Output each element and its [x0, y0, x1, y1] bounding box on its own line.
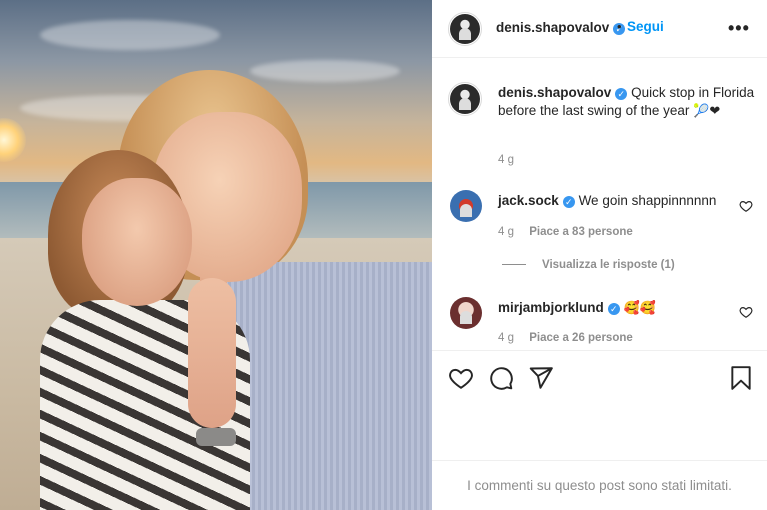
post-header: denis.shapovalov ✓ • Segui •••: [432, 0, 767, 58]
wristwatch: [196, 428, 236, 446]
separator-dot: •: [617, 19, 622, 34]
verified-badge-icon: ✓: [615, 88, 628, 100]
person-shirt: [222, 262, 432, 510]
bookmark-icon[interactable]: [728, 365, 754, 391]
heart-icon[interactable]: [448, 365, 474, 391]
comment-meta: 4 g Piace a 83 persone: [498, 226, 633, 238]
comment-like-heart-icon[interactable]: [739, 305, 753, 319]
paper-plane-icon[interactable]: [528, 365, 554, 391]
follow-button[interactable]: Segui: [627, 19, 664, 34]
post-caption: denis.shapovalov ✓ Quick stop in Florida …: [498, 84, 758, 121]
comment-timestamp[interactable]: 4 g: [498, 226, 514, 238]
caption-username[interactable]: denis.shapovalov: [498, 85, 611, 100]
cloud: [250, 60, 400, 82]
comments-limited-notice: I commenti su questo post sono stati lim…: [432, 460, 767, 510]
more-options-icon[interactable]: •••: [728, 18, 750, 39]
avatar[interactable]: [450, 14, 480, 44]
view-replies-label[interactable]: Visualizza le risposte (1): [542, 259, 675, 271]
comment-like-heart-icon[interactable]: [739, 199, 753, 213]
comment-avatar[interactable]: [450, 297, 482, 329]
verified-badge-icon: ✓: [607, 303, 620, 315]
sun: [0, 118, 26, 162]
person-face: [82, 178, 192, 306]
comment-1: jack.sock ✓ We goin shappinnnnnn: [498, 193, 716, 208]
comment-timestamp[interactable]: 4 g: [498, 332, 514, 344]
author-username-text[interactable]: denis.shapovalov: [496, 20, 609, 35]
comment-meta: 4 g Piace a 26 persone: [498, 332, 633, 344]
comment-icon[interactable]: [488, 365, 514, 391]
post-details-panel: denis.shapovalov ✓ • Segui ••• denis.shap…: [432, 0, 767, 510]
action-bar: [432, 350, 767, 460]
caption-emojis: 🎾❤: [693, 104, 721, 119]
comment-username[interactable]: jack.sock: [498, 193, 559, 208]
cloud: [40, 20, 220, 50]
verified-badge-icon: ✓: [562, 196, 575, 208]
comment-likes[interactable]: Piace a 83 persone: [529, 226, 633, 238]
replies-divider: [502, 264, 526, 266]
view-replies-button[interactable]: Visualizza le risposte (1): [502, 259, 675, 271]
caption-avatar[interactable]: [450, 84, 480, 114]
comment-2: mirjambjorklund ✓ 🥰🥰: [498, 300, 656, 316]
person-hand: [188, 278, 236, 428]
comment-text: 🥰🥰: [623, 301, 656, 316]
comment-username[interactable]: mirjambjorklund: [498, 300, 604, 315]
comment-avatar[interactable]: [450, 190, 482, 222]
comment-text: We goin shappinnnnnn: [578, 193, 717, 208]
post-photo[interactable]: [0, 0, 432, 510]
author-username[interactable]: denis.shapovalov ✓: [496, 20, 626, 35]
comment-likes[interactable]: Piace a 26 persone: [529, 332, 633, 344]
caption-timestamp[interactable]: 4 g: [498, 154, 514, 166]
